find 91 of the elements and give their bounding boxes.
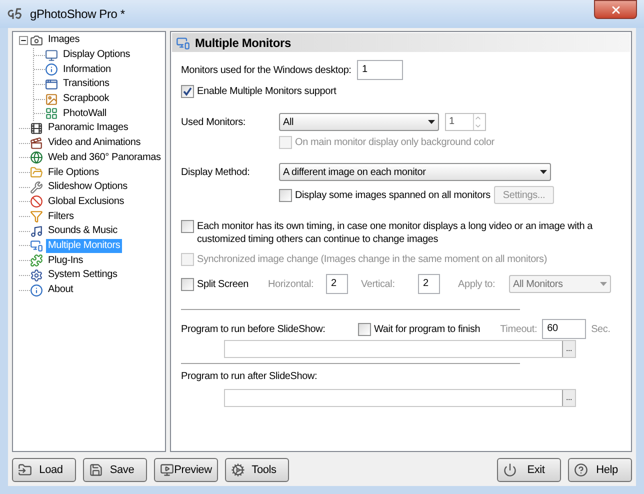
field-label: Timeout: [500,322,538,336]
checkbox[interactable] [181,278,194,290]
input-field[interactable]: 60 [542,319,586,339]
field-label: Monitors used for the Windows desktop: [181,64,352,78]
tree-item[interactable]: Scrapbook [61,92,112,106]
clapperboard-icon [30,136,43,150]
toolbar-button[interactable]: Tools [225,458,289,482]
globe-icon [30,151,43,164]
photo-icon [45,92,58,106]
power-icon [503,463,517,477]
ban-icon [30,195,43,208]
display-method-dropdown[interactable]: A different image on each monitor [279,163,551,181]
tree-item[interactable]: Slideshow Options [46,180,130,194]
toolbar-button[interactable]: Load [12,458,76,482]
dropdown-arrow-icon [540,170,547,174]
dropdown-arrow-icon [428,120,435,124]
film-icon [30,122,43,135]
checkbox[interactable] [358,322,371,336]
unit-label: Sec. [591,322,610,336]
field-label: Program to run after SlideShow: [181,370,318,384]
settings-icon [30,268,43,282]
tree-item[interactable]: Web and 360° Panoramas [46,150,163,165]
toolbar-button[interactable]: Preview [154,458,218,482]
checkbox-label: Synchronized image change (Images change in the same moment on all monitors) [197,253,547,266]
tree-item[interactable]: File Options [46,166,101,180]
path-field[interactable]: ... [224,389,576,407]
apply-to-dropdown[interactable]: All Monitors [509,275,611,293]
checkbox-label: On main monitor display only background color [295,136,494,149]
folder-icon [18,463,32,477]
wrench-icon [30,180,43,194]
panel-title: Multiple Monitors [195,34,291,52]
checkmark-icon [183,87,192,96]
tree-item[interactable]: Plug-Ins [46,254,86,268]
tree-item[interactable]: About [46,283,76,298]
input-field[interactable]: 1 [357,60,403,80]
browse-button[interactable]: ... [562,341,575,357]
tree-item[interactable]: Global Exclusions [46,194,126,209]
input-field[interactable]: 2 [418,274,440,294]
tree-item[interactable]: Panoramic Images [46,121,130,136]
monitors-icon [176,36,190,50]
tree-item[interactable]: Display Options [61,48,132,62]
tree-item[interactable]: Filters [46,210,76,224]
monitors-dropdown[interactable]: All [279,113,439,131]
tree-item[interactable]: PhotoWall [61,106,108,121]
close-button[interactable] [594,0,637,19]
monitors-icon [30,239,43,252]
tree-item[interactable]: Images [46,33,82,48]
toolbar-button[interactable]: Exit [497,458,561,482]
field-label: Apply to: [458,278,496,292]
close-icon [610,4,622,16]
checkbox[interactable] [181,220,194,233]
monitor-icon [45,48,58,62]
tree-item[interactable]: System Settings [46,268,120,282]
app-logo-icon [6,8,24,20]
help-icon [574,463,588,477]
info-icon [45,63,58,76]
checkbox-label: Each monitor has its own timing, in case one monitor displays a long video or an image with a customized timing others can continue to change images [197,220,594,246]
path-field[interactable]: ... [224,340,576,358]
info-icon [30,284,43,297]
checkbox[interactable] [181,85,194,98]
field-label: Horizontal: [268,278,315,292]
tree-item[interactable]: Information [61,62,113,77]
field-label: Used Monitors: [181,116,246,130]
monitor-icon [160,463,174,477]
gear-icon [231,463,245,477]
puzzle-icon [30,254,43,268]
checkbox-label: Split Screen [197,278,249,290]
tree-item[interactable]: Video and Animations [46,136,143,150]
toolbar-button[interactable]: Help [568,458,632,482]
input-field[interactable]: 2 [326,274,348,294]
field-label: Display Method: [181,166,251,180]
dropdown-arrow-icon [600,282,607,286]
spin-field[interactable]: 1 [445,113,486,131]
checkbox[interactable] [279,188,292,202]
collapse-toggle[interactable] [19,36,28,45]
browse-button[interactable]: ... [562,390,575,406]
camera-icon [30,34,43,47]
field-label: Vertical: [361,278,396,292]
window-icon [45,78,58,91]
filter-icon [30,210,43,224]
tree-item[interactable]: Sounds & Music [46,224,120,238]
checkbox-label: Wait for program to finish [374,322,480,336]
music-note-icon [30,224,43,238]
tree-item[interactable]: Transitions [61,77,112,92]
window-title: gPhotoShow Pro * [30,6,125,23]
checkbox-label: Display some images spanned on all monitors [295,188,490,202]
folder-icon [30,166,43,180]
toolbar-button[interactable]: Save [83,458,147,482]
field-label: Program to run before SlideShow: [181,322,326,336]
checkbox-label: Enable Multiple Monitors support [197,85,336,98]
grid-icon [45,107,58,120]
